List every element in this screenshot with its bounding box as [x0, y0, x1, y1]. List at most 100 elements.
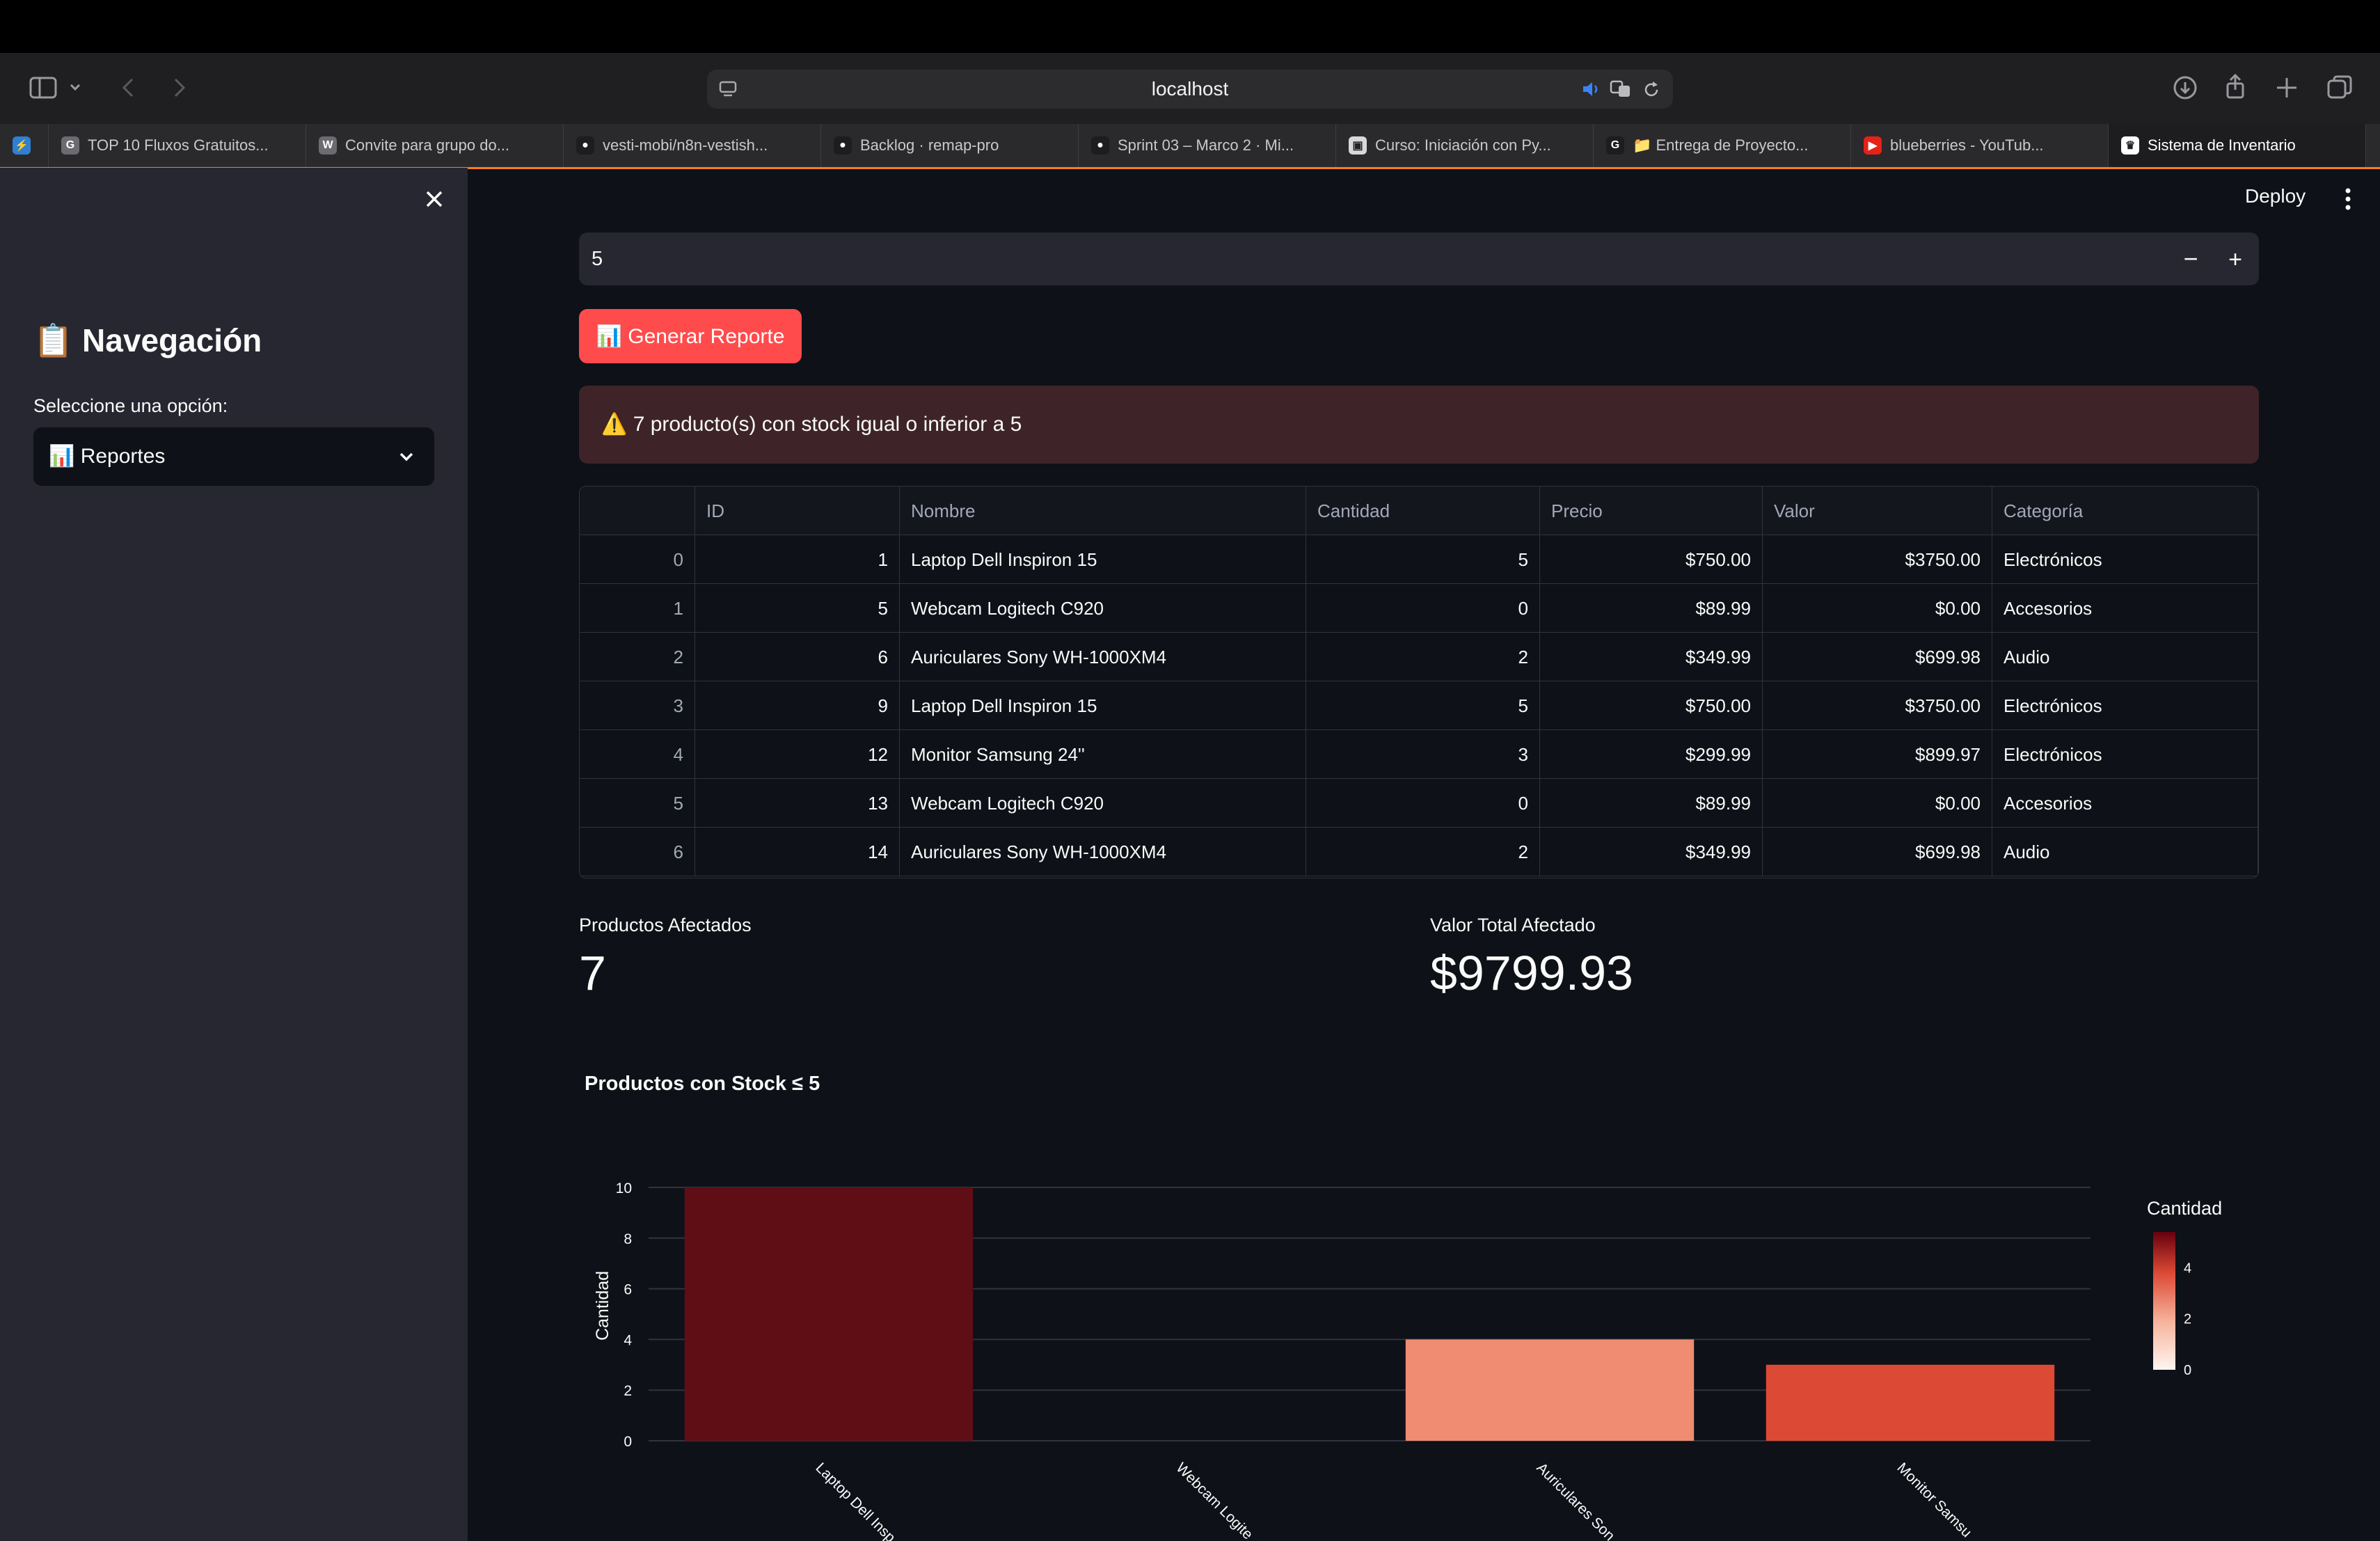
table-header-cell[interactable]: Valor — [1763, 487, 1992, 535]
table-cell: $349.99 — [1540, 828, 1763, 876]
affected-products-value: 7 — [579, 946, 606, 1000]
y-tick-label: 2 — [624, 1383, 632, 1399]
table-cell: Auriculares Sony WH-1000XM4 — [900, 633, 1306, 681]
browser-tab[interactable]: ● Sprint 03 – Marco 2 · Mi... — [1079, 124, 1336, 167]
browser-tab-label: Convite para grupo do... — [345, 136, 510, 154]
forward-arrow-icon[interactable] — [163, 72, 193, 103]
share-icon[interactable] — [2220, 71, 2251, 102]
sidebar-toggle-icon[interactable] — [28, 72, 58, 103]
browser-tab[interactable]: ▣ Curso: Iniciación con Py... — [1336, 124, 1594, 167]
table-cell: $3750.00 — [1763, 535, 1992, 584]
tab-bar: ⚡ G TOP 10 Fluxos Gratuitos... W Convite par… — [0, 124, 2380, 169]
y-tick-label: 0 — [624, 1434, 632, 1450]
reload-icon[interactable] — [1641, 79, 1662, 100]
browser-tab[interactable]: ♛ Sistema de Inventario — [2109, 124, 2366, 167]
address-bar[interactable]: localhost — [707, 70, 1673, 109]
navigation-select-value[interactable]: 📊 Reportes — [49, 427, 165, 486]
table-cell: $0.00 — [1763, 779, 1992, 828]
table-cell: 1 — [695, 535, 900, 584]
table-cell: Electrónicos — [1992, 681, 2258, 730]
browser-tab[interactable]: ▶ blueberries - YouTub... — [1851, 124, 2109, 167]
table-header-cell[interactable]: Precio — [1540, 487, 1763, 535]
bar[interactable] — [1766, 1364, 2055, 1441]
table-cell: 13 — [695, 779, 900, 828]
y-axis-label: Cantidad — [593, 1271, 612, 1341]
browser-tab[interactable]: W Convite para grupo do... — [306, 124, 564, 167]
chevron-down-icon[interactable] — [67, 72, 84, 103]
table-header-cell[interactable]: Nombre — [900, 487, 1306, 535]
y-tick-label: 4 — [624, 1332, 632, 1348]
youtube-icon: ▶ — [1864, 136, 1882, 155]
table-row-index: 0 — [580, 535, 695, 584]
tab-overview-icon[interactable] — [2324, 72, 2355, 103]
translate-icon[interactable] — [1609, 78, 1633, 100]
chevron-down-icon[interactable] — [397, 447, 416, 466]
speaker-icon[interactable] — [1581, 79, 1602, 99]
chart-title: Productos con Stock ≤ 5 — [585, 1073, 820, 1095]
table-cell: $750.00 — [1540, 535, 1763, 584]
table-cell: $349.99 — [1540, 633, 1763, 681]
increment-button[interactable]: + — [2220, 245, 2251, 276]
y-tick-label: 8 — [624, 1231, 632, 1247]
table-cell: Webcam Logitech C920 — [900, 584, 1306, 633]
github-icon: ● — [834, 136, 852, 155]
generate-report-button[interactable]: 📊 Generar Reporte — [579, 309, 802, 363]
back-arrow-icon[interactable] — [114, 72, 145, 103]
browser-tab[interactable]: G TOP 10 Fluxos Gratuitos... — [49, 124, 306, 167]
table-cell: Accesorios — [1992, 584, 2258, 633]
stock-threshold-value[interactable]: 5 — [592, 232, 603, 285]
table-header-cell[interactable]: Cantidad — [1306, 487, 1540, 535]
table-cell: $89.99 — [1540, 779, 1763, 828]
table-cell: Electrónicos — [1992, 730, 2258, 779]
table-cell: Laptop Dell Inspiron 15 — [900, 681, 1306, 730]
x-tick-label: Monitor Samsu — [1894, 1460, 1974, 1540]
table-cell: 3 — [1306, 730, 1540, 779]
table-header-cell[interactable]: ID — [695, 487, 900, 535]
table-cell: $750.00 — [1540, 681, 1763, 730]
download-icon[interactable] — [2170, 72, 2200, 103]
browser-tab-label: Sprint 03 – Marco 2 · Mi... — [1118, 136, 1294, 154]
warning-text: ⚠️ 7 producto(s) con stock igual o infer… — [601, 413, 1022, 436]
table-header-cell[interactable]: Categoría — [1992, 487, 2258, 535]
close-icon[interactable] — [420, 185, 448, 213]
table-cell: 14 — [695, 828, 900, 876]
colorbar-tick-label: 0 — [2184, 1363, 2191, 1378]
screen-top-bar — [0, 0, 2380, 53]
table-cell: 2 — [1306, 828, 1540, 876]
table-cell: Audio — [1992, 633, 2258, 681]
browser-tab-label: blueberries - YouTub... — [1890, 136, 2044, 154]
total-value-label: Valor Total Afectado — [1430, 915, 1596, 935]
sidebar-title: 📋 Navegación — [33, 322, 262, 358]
chart-bars — [684, 1187, 2055, 1441]
address-text[interactable]: localhost — [707, 70, 1673, 109]
table-row-index: 4 — [580, 730, 695, 779]
deploy-button[interactable]: Deploy — [2245, 185, 2306, 207]
table-header-cell[interactable] — [580, 487, 695, 535]
total-value-amount: $9799.93 — [1430, 946, 1633, 1000]
colorbar-tick-label: 2 — [2184, 1312, 2191, 1327]
stock-threshold-input[interactable]: 5 — [579, 232, 2259, 285]
table-cell: Audio — [1992, 828, 2258, 876]
chart-x-ticks: Laptop Dell Insp Webcam Logite Auriculares… — [812, 1460, 1974, 1541]
browser-tab[interactable]: ⚡ — [0, 124, 49, 167]
course-icon: ▣ — [1349, 136, 1367, 155]
table-cell: 2 — [1306, 633, 1540, 681]
table-cell: 5 — [695, 584, 900, 633]
new-tab-icon[interactable] — [2271, 72, 2302, 103]
stock-bar-chart: Productos con Stock ≤ 5 0 2 4 6 8 10 Laptop D… — [585, 1073, 2222, 1541]
bar[interactable] — [684, 1187, 974, 1441]
bar[interactable] — [1405, 1339, 1695, 1441]
browser-tab[interactable]: G 📁 Entrega de Proyecto... — [1594, 124, 1851, 167]
more-options-icon[interactable] — [2341, 185, 2355, 213]
browser-tab-label: TOP 10 Fluxos Gratuitos... — [88, 136, 269, 154]
browser-tab[interactable]: ● Backlog · remap-pro — [821, 124, 1079, 167]
table-cell: 0 — [1306, 779, 1540, 828]
table-cell: $699.98 — [1763, 828, 1992, 876]
browser-tab-label: Backlog · remap-pro — [860, 136, 999, 154]
browser-tab-label: 📁 Entrega de Proyecto... — [1633, 136, 1809, 154]
colorbar-tick-label: 4 — [2184, 1261, 2191, 1276]
navigation-select[interactable]: 📊 Reportes — [33, 427, 434, 486]
browser-tab[interactable]: ● vesti-mobi/n8n-vestish... — [564, 124, 821, 167]
table-cell: 9 — [695, 681, 900, 730]
decrement-button[interactable]: − — [2175, 245, 2206, 276]
